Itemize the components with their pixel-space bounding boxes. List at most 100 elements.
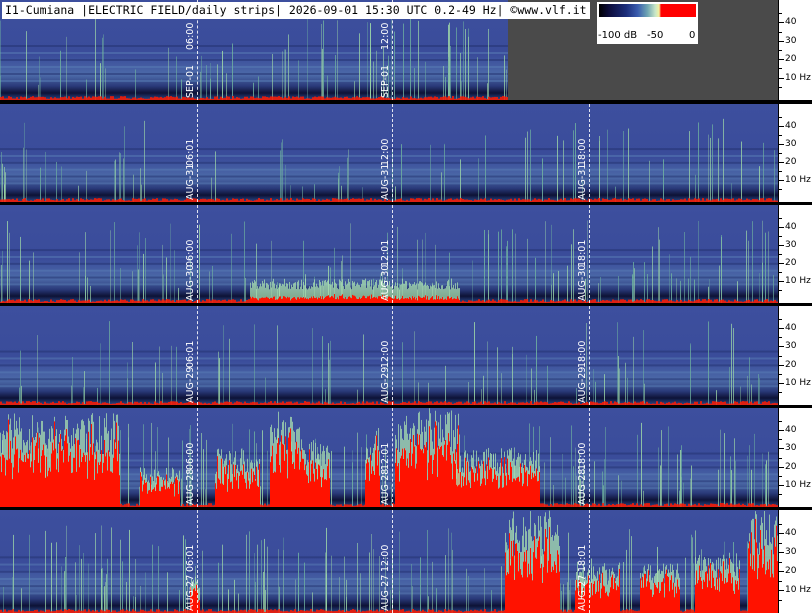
time-marker-line xyxy=(589,104,590,202)
date-marker-label: AUG-31 xyxy=(380,163,391,200)
date-marker-label: AUG-27 xyxy=(185,574,196,611)
axis-tick xyxy=(779,599,782,601)
axis-tick xyxy=(779,337,782,339)
axis-tick xyxy=(779,126,784,127)
axis-tick xyxy=(779,382,784,384)
axis-tick xyxy=(779,571,784,572)
time-marker-line xyxy=(589,306,590,405)
time-marker-label: 18:01 xyxy=(577,239,588,267)
date-marker-label: AUG-30 xyxy=(577,264,588,301)
axis-tick xyxy=(779,590,784,591)
date-marker-label: AUG-28 xyxy=(577,468,588,505)
frequency-axis-aug-31: 40 30 20 10 Hz xyxy=(778,104,812,202)
axis-tick xyxy=(779,448,784,450)
axis-tick xyxy=(779,31,782,33)
date-marker-label: AUG-27 xyxy=(577,574,588,611)
colorbar-label-min: -100 dB xyxy=(598,30,638,41)
axis-tick-label: 10 Hz xyxy=(785,377,811,388)
axis-tick xyxy=(779,263,784,264)
axis-tick xyxy=(779,68,782,70)
axis-tick xyxy=(779,135,782,136)
time-marker-line xyxy=(392,510,393,613)
date-marker-label: AUG-28 xyxy=(185,468,196,505)
axis-tick xyxy=(779,281,784,282)
strip-aug-27: 06:01 AUG-27 12:00 AUG-27 18:01 AUG-27 xyxy=(0,510,778,613)
axis-tick xyxy=(779,561,782,563)
date-marker-label: AUG-30 xyxy=(185,264,196,301)
axis-tick xyxy=(779,254,782,255)
time-marker-label: 06:01 xyxy=(185,544,196,572)
axis-tick xyxy=(779,466,784,468)
time-marker-label: 12:00 xyxy=(380,138,391,166)
axis-tick-label: 10 Hz xyxy=(785,479,811,490)
axis-tick xyxy=(779,319,782,321)
axis-tick xyxy=(779,59,784,61)
axis-tick-label: 40 xyxy=(785,222,797,232)
axis-tick-label: 10 Hz xyxy=(785,276,811,286)
axis-tick xyxy=(779,50,782,51)
axis-tick xyxy=(779,290,782,291)
date-marker-label: AUG-31 xyxy=(185,163,196,200)
time-marker-line xyxy=(197,104,198,202)
axis-tick xyxy=(779,364,784,366)
colorbar-label-max: 0 xyxy=(689,30,696,41)
axis-tick xyxy=(779,272,782,273)
axis-tick xyxy=(779,533,784,534)
axis-tick xyxy=(779,189,782,190)
axis-tick-label: 10 Hz xyxy=(785,175,811,185)
time-marker-line xyxy=(197,306,198,405)
axis-tick xyxy=(779,180,784,181)
axis-tick-label: 40 xyxy=(785,17,797,28)
axis-tick xyxy=(779,430,784,432)
axis-tick xyxy=(779,346,784,348)
time-marker-label: 12:01 xyxy=(380,239,391,267)
time-marker-line xyxy=(392,306,393,405)
axis-tick xyxy=(779,552,784,553)
axis-tick xyxy=(779,86,782,88)
time-marker-label: 06:01 xyxy=(185,340,196,368)
date-marker-label: SEP-01 xyxy=(380,64,391,98)
colorbar-legend: -100 dB -50 0 xyxy=(597,2,698,44)
axis-tick xyxy=(779,13,782,15)
axis-tick xyxy=(779,493,782,495)
time-marker-line xyxy=(392,408,393,507)
date-marker-label: AUG-28 xyxy=(380,468,391,505)
frequency-axis-aug-27: 40 30 20 10 Hz xyxy=(778,510,812,613)
time-marker-line xyxy=(197,205,198,303)
axis-tick-label: 40 xyxy=(785,121,797,131)
axis-tick-label: 30 xyxy=(785,547,797,557)
time-marker-line xyxy=(589,510,590,613)
time-marker-line xyxy=(589,205,590,303)
time-marker-line xyxy=(197,408,198,507)
date-marker-label: AUG-27 xyxy=(380,574,391,611)
axis-tick-label: 30 xyxy=(785,240,797,250)
axis-tick-label: 20 xyxy=(785,461,797,472)
colorbar-gradient xyxy=(599,4,696,17)
axis-tick xyxy=(779,153,782,154)
axis-tick xyxy=(779,77,784,79)
strip-aug-29: 06:01 AUG-29 12:00 AUG-29 18:00 AUG-29 xyxy=(0,306,778,405)
time-marker-label: 18:00 xyxy=(577,138,588,166)
time-marker-label: 06:01 xyxy=(185,138,196,166)
axis-tick xyxy=(779,542,782,544)
axis-tick xyxy=(779,171,782,172)
time-marker-line xyxy=(392,205,393,303)
time-marker-label: 12:01 xyxy=(380,442,391,470)
time-marker-label: 18:00 xyxy=(577,340,588,368)
axis-tick xyxy=(779,391,782,393)
date-marker-label: AUG-30 xyxy=(380,264,391,301)
axis-tick xyxy=(779,421,782,423)
axis-tick-label: 20 xyxy=(785,157,797,167)
axis-tick xyxy=(779,523,782,525)
axis-tick xyxy=(779,580,782,582)
time-marker-label: 12:00 xyxy=(380,544,391,572)
date-marker-label: SEP-01 xyxy=(185,64,196,98)
time-marker-line xyxy=(392,104,393,202)
date-marker-label: AUG-31 xyxy=(577,163,588,200)
time-marker-label: 12:00 xyxy=(380,22,391,50)
axis-tick-label: 10 Hz xyxy=(785,585,811,595)
axis-tick-label: 30 xyxy=(785,139,797,149)
frequency-axis-aug-29: 40 30 20 10 Hz xyxy=(778,306,812,405)
axis-tick xyxy=(779,144,784,145)
strip-aug-30: 06:00 AUG-30 12:01 AUG-30 18:01 AUG-30 xyxy=(0,205,778,303)
